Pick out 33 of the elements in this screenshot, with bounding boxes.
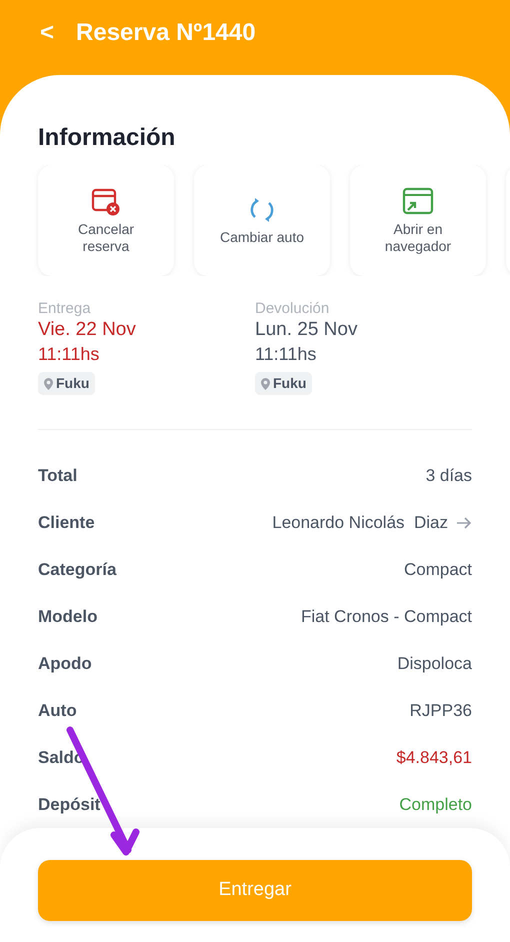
detail-value: 3 días [426, 464, 472, 487]
action-card[interactable]: Cancelar reserva [38, 165, 174, 276]
detail-value: Compact [404, 558, 472, 581]
detail-value: Fiat Cronos - Compact [301, 606, 472, 628]
page-title: Reserva Nº1440 [76, 18, 256, 48]
detail-label: Depósit [38, 794, 100, 816]
browser-window-icon [402, 186, 434, 216]
arrow-right-icon [456, 516, 472, 530]
location-tag: Fuku [38, 372, 96, 395]
detail-label: Cliente [38, 512, 95, 534]
schedule-label: Devolución [255, 300, 330, 318]
location-tag: Fuku [255, 372, 312, 395]
schedule-date: Vie. 22 Nov [38, 318, 136, 342]
schedule-date: Lun. 25 Nov [255, 318, 358, 342]
client-link[interactable]: Leonardo Nicolás Diaz [272, 510, 472, 536]
section-title: Información [37, 123, 176, 153]
schedule-time: 11:11hs [38, 343, 100, 366]
location-pin-icon [261, 378, 270, 390]
detail-value: Dispoloca [397, 652, 472, 675]
schedule-label: Entrega [38, 300, 91, 318]
detail-value: RJPP36 [410, 700, 472, 722]
schedule-time: 11:11hs [255, 343, 316, 366]
detail-label: Auto [38, 700, 77, 722]
detail-label: Categoría [38, 558, 116, 581]
detail-value: $4.843,61 [396, 746, 472, 769]
location-pin-icon [44, 378, 53, 390]
calendar-cancel-icon [91, 186, 121, 216]
action-card[interactable]: Abrir en navegador [350, 165, 486, 276]
action-card[interactable]: Cambiar auto [194, 165, 330, 276]
detail-label: Total [38, 464, 78, 487]
detail-label: Modelo [38, 606, 98, 628]
detail-value: Completo [399, 794, 472, 816]
detail-label: Apodo [38, 652, 92, 675]
